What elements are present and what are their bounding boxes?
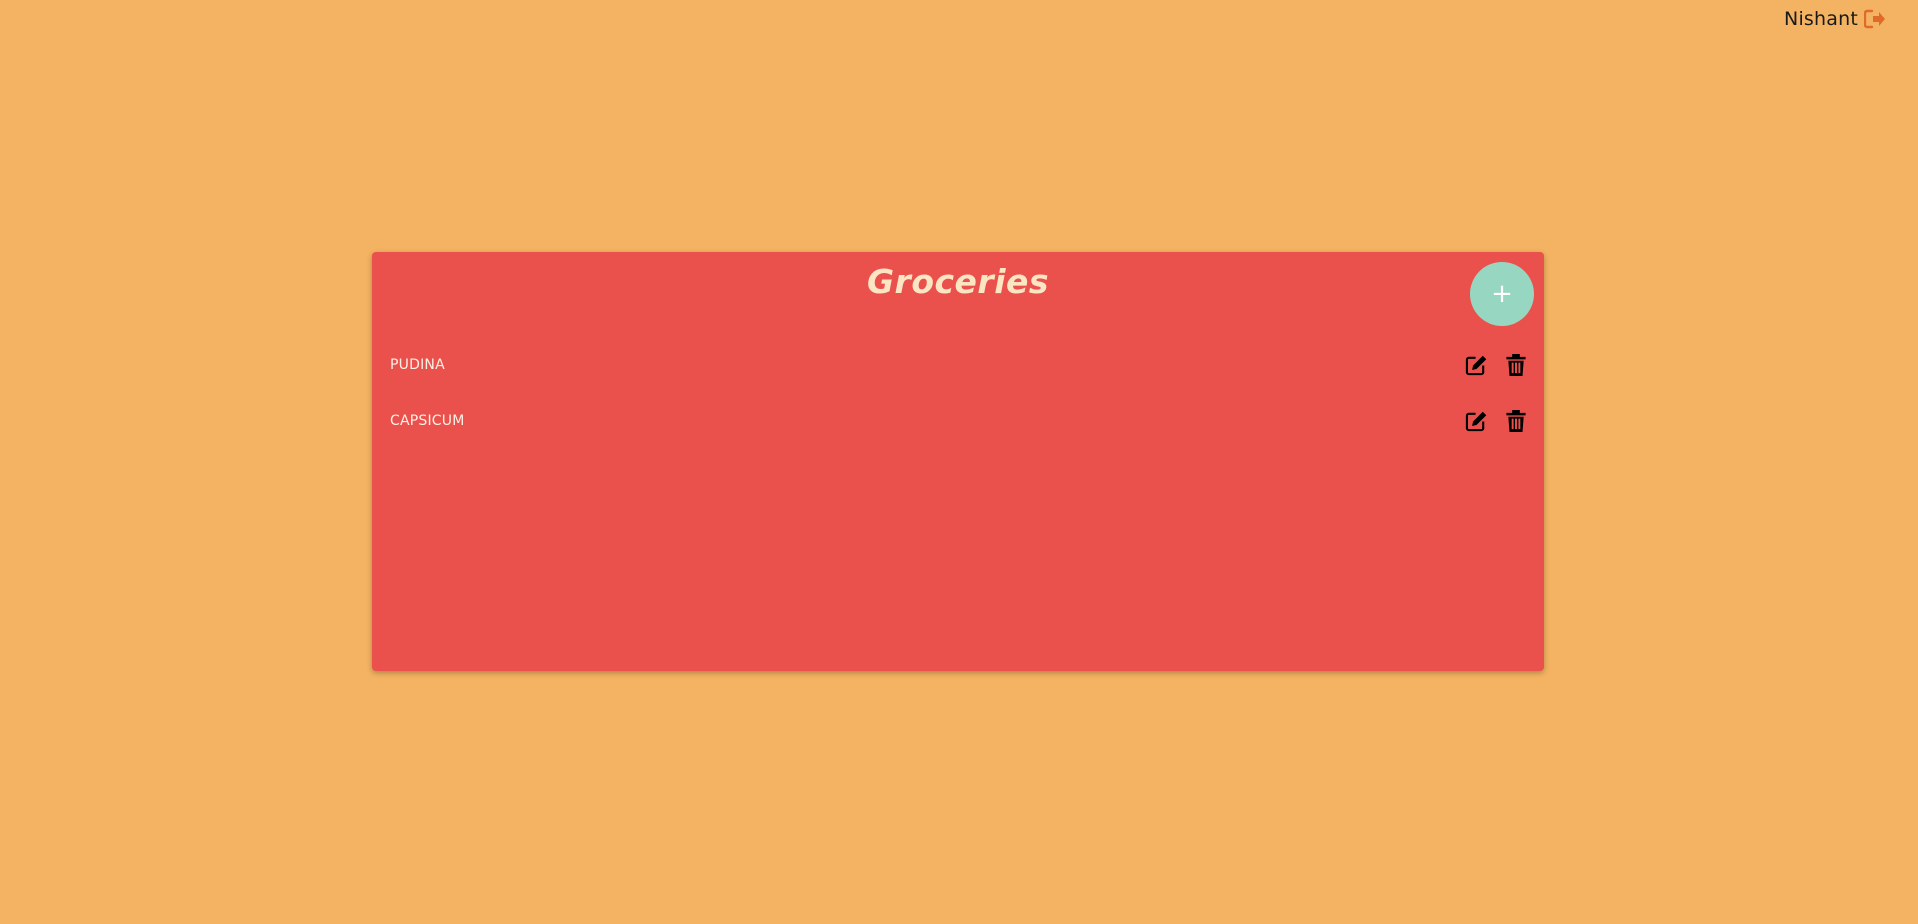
trash-icon[interactable] [1504,353,1528,377]
sign-out-icon[interactable] [1864,9,1886,29]
item-actions [1464,409,1528,433]
edit-icon[interactable] [1464,409,1488,433]
item-label: CAPSICUM [390,413,465,429]
item-list: PUDINA CAPSICUM [372,345,1544,457]
add-item-button[interactable]: + [1470,262,1534,326]
user-bar: Nishant [1784,8,1886,30]
list-card: Groceries + PUDINA CAPSICUM [372,252,1544,671]
list-item: PUDINA [372,345,1544,401]
list-item: CAPSICUM [372,401,1544,457]
trash-icon[interactable] [1504,409,1528,433]
username: Nishant [1784,8,1858,30]
item-label: PUDINA [390,357,445,373]
edit-icon[interactable] [1464,353,1488,377]
list-title: Groceries [866,262,1050,301]
item-actions [1464,353,1528,377]
